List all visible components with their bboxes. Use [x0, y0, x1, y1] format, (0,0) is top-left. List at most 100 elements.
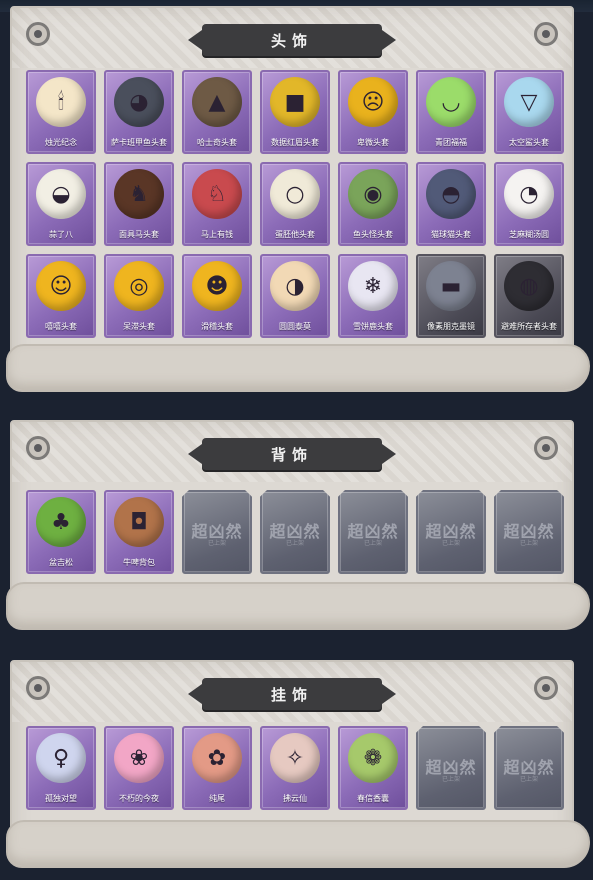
- sad-face-icon: ☹: [348, 77, 398, 127]
- empty-slot-subtext: 已上架: [285, 540, 304, 547]
- headwear-item-card[interactable]: ◉ 鱼头怪头套: [338, 162, 408, 246]
- pendant-item-card[interactable]: ❀ 不朽的今夜: [104, 726, 174, 810]
- horse-head-icon: ♞: [114, 169, 164, 219]
- headwear-item-card[interactable]: ■ 数据红眉头套: [260, 70, 330, 154]
- headwear-item-card[interactable]: ◔ 芝麻糊汤圆: [494, 162, 564, 246]
- back-grid: ♣ 盆吉松 ◘ 牛啤背包 超凶然 已上架 超凶然 已上架 超凶然 已上架 超凶然 已上架 超凶然 已上架: [26, 490, 564, 574]
- ornament-icon: [534, 22, 558, 46]
- empty-slot-subtext: 已上架: [207, 540, 226, 547]
- item-label: 蒜了八: [49, 230, 73, 239]
- empty-slot: 超凶然 已上架: [416, 726, 486, 810]
- item-label: 呆滞头套: [123, 322, 155, 331]
- headwear-item-card[interactable]: ☹ 卑微头套: [338, 70, 408, 154]
- item-label: 面具马头套: [119, 230, 159, 239]
- headwear-item-card[interactable]: ◎ 呆滞头套: [104, 254, 174, 338]
- item-label: 蛋胚他头套: [275, 230, 315, 239]
- empty-slot-subtext: 已上架: [519, 540, 538, 547]
- empty-slot: 超凶然 已上架: [260, 490, 330, 574]
- scroll-bottom: [6, 344, 590, 392]
- fish-head-icon: ◕: [114, 77, 164, 127]
- stare-face-icon: ◎: [114, 261, 164, 311]
- hamster-head-icon: ◑: [270, 261, 320, 311]
- headwear-item-card[interactable]: ▬ 像素朋克墨镜: [416, 254, 486, 338]
- headwear-item-card[interactable]: ❄ 雪饼鹿头套: [338, 254, 408, 338]
- item-label: 马上有钱: [201, 230, 233, 239]
- headwear-item-card[interactable]: ◍ 避难所存者头套: [494, 254, 564, 338]
- pendant-item-card[interactable]: ♀ 孤独对望: [26, 726, 96, 810]
- item-label: 嘻嘻头套: [45, 322, 77, 331]
- yellow-mascot-icon: ■: [270, 77, 320, 127]
- item-label: 不朽的今夜: [119, 794, 159, 803]
- scroll-bottom: [6, 582, 590, 630]
- item-label: 圆圆泰莫: [279, 322, 311, 331]
- headwear-item-card[interactable]: ☻ 滑稽头套: [182, 254, 252, 338]
- headwear-item-card[interactable]: ♞ 面具马头套: [104, 162, 174, 246]
- headwear-item-card[interactable]: ◓ 猫球猫头套: [416, 162, 486, 246]
- empty-slot-subtext: 已上架: [519, 776, 538, 783]
- empty-slot-subtext: 已上架: [441, 540, 460, 547]
- item-label: 卑微头套: [357, 138, 389, 147]
- headwear-item-card[interactable]: ☺ 嘻嘻头套: [26, 254, 96, 338]
- empty-slot: 超凶然 已上架: [494, 726, 564, 810]
- item-label: 青团福福: [435, 138, 467, 147]
- pendant-title: 挂饰: [270, 685, 313, 704]
- item-label: 避难所存者头套: [501, 322, 557, 331]
- empty-slot: 超凶然 已上架: [416, 490, 486, 574]
- item-label: 数据红眉头套: [271, 138, 319, 147]
- item-label: 纯尾: [209, 794, 225, 803]
- pendant-title-banner: 挂饰: [188, 678, 396, 710]
- green-dumpling-icon: ◡: [426, 77, 476, 127]
- headwear-item-card[interactable]: ◕ 萨卡班甲鱼头套: [104, 70, 174, 154]
- gas-mask-icon: ◍: [504, 261, 554, 311]
- headwear-item-card[interactable]: ◑ 圆圆泰莫: [260, 254, 330, 338]
- garlic-head-icon: ◒: [36, 169, 86, 219]
- ornament-icon: [534, 436, 558, 460]
- item-label: 太空鲨头套: [509, 138, 549, 147]
- item-label: 春信香囊: [357, 794, 389, 803]
- headwear-title: 头饰: [270, 31, 313, 50]
- item-label: 萨卡班甲鱼头套: [111, 138, 167, 147]
- headwear-panel: 头饰 🕯 烛光纪念 ◕ 萨卡班甲鱼头套 ▲ 哈士奇头套 ■ 数据红眉头套 ☹ 卑微头套 ◡ 青团福福 ▽…: [10, 6, 574, 380]
- husky-head-icon: ▲: [192, 77, 242, 127]
- empty-slot-subtext: 已上架: [363, 540, 382, 547]
- pendant-item-card[interactable]: ✧ 拂云仙: [260, 726, 330, 810]
- headwear-item-card[interactable]: ♘ 马上有钱: [182, 162, 252, 246]
- headwear-item-card[interactable]: ◡ 青团福福: [416, 70, 486, 154]
- sachet-pendant-icon: ❁: [348, 733, 398, 783]
- empty-slot: 超凶然 已上架: [494, 490, 564, 574]
- smirk-face-icon: ☻: [192, 261, 242, 311]
- ornament-icon: [26, 22, 50, 46]
- item-label: 芝麻糊汤圆: [509, 230, 549, 239]
- headwear-item-card[interactable]: ○ 蛋胚他头套: [260, 162, 330, 246]
- pendant-item-card[interactable]: ❁ 春信香囊: [338, 726, 408, 810]
- red-horse-icon: ♘: [192, 169, 242, 219]
- fish-monster-icon: ◉: [348, 169, 398, 219]
- scroll-bottom: [6, 820, 590, 868]
- pendant-item-card[interactable]: ✿ 纯尾: [182, 726, 252, 810]
- dumpling-face-icon: ◔: [504, 169, 554, 219]
- back-item-card[interactable]: ♣ 盆吉松: [26, 490, 96, 574]
- fox-pendant-icon: ✿: [192, 733, 242, 783]
- headwear-item-card[interactable]: 🕯 烛光纪念: [26, 70, 96, 154]
- back-item-card[interactable]: ◘ 牛啤背包: [104, 490, 174, 574]
- cat-head-icon: ◓: [426, 169, 476, 219]
- pendant-grid: ♀ 孤独对望 ❀ 不朽的今夜 ✿ 纯尾 ✧ 拂云仙 ❁ 春信香囊 超凶然 已上架 超凶然 已上架: [26, 726, 564, 810]
- headwear-title-banner: 头饰: [188, 24, 396, 56]
- item-label: 烛光纪念: [45, 138, 77, 147]
- ornament-icon: [26, 436, 50, 460]
- headwear-item-card[interactable]: ▽ 太空鲨头套: [494, 70, 564, 154]
- cow-barrel-icon: ◘: [114, 497, 164, 547]
- back-title: 背饰: [270, 445, 313, 464]
- headwear-item-card[interactable]: ◒ 蒜了八: [26, 162, 96, 246]
- egg-head-icon: ○: [270, 169, 320, 219]
- item-label: 哈士奇头套: [197, 138, 237, 147]
- headwear-item-card[interactable]: ▲ 哈士奇头套: [182, 70, 252, 154]
- candle-face-icon: 🕯: [36, 77, 86, 127]
- empty-slot-subtext: 已上架: [441, 776, 460, 783]
- item-label: 雪饼鹿头套: [353, 322, 393, 331]
- headwear-grid: 🕯 烛光纪念 ◕ 萨卡班甲鱼头套 ▲ 哈士奇头套 ■ 数据红眉头套 ☹ 卑微头套 ◡ 青团福福 ▽ 太空鲨…: [26, 70, 564, 338]
- pink-cat-pendant-icon: ❀: [114, 733, 164, 783]
- item-label: 滑稽头套: [201, 322, 233, 331]
- item-label: 孤独对望: [45, 794, 77, 803]
- item-label: 拂云仙: [283, 794, 307, 803]
